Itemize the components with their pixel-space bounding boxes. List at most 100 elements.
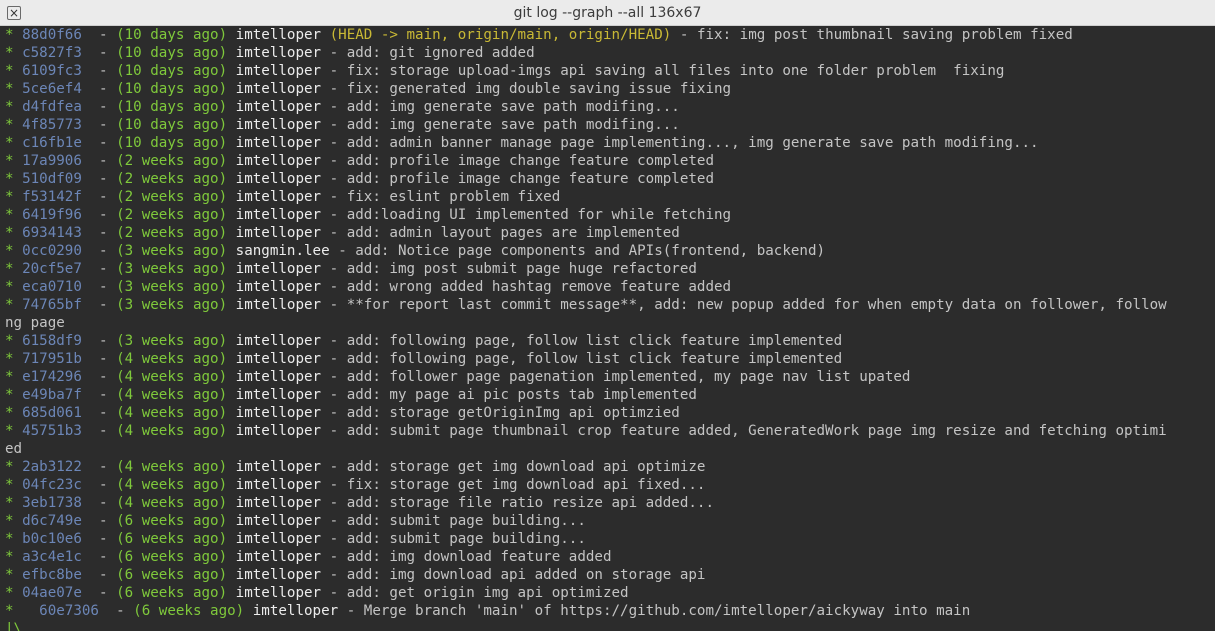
commit-line: * 20cf5e7 - (3 weeks ago) imtelloper - a… — [5, 260, 1215, 278]
commit-line: * f53142f - (2 weeks ago) imtelloper - f… — [5, 188, 1215, 206]
commit-message: - add: following page, follow list click… — [329, 351, 843, 367]
separator-dash: - — [98, 477, 117, 493]
separator-dash: - — [98, 279, 117, 295]
graph-star: * — [5, 405, 14, 421]
commit-author: imtelloper — [235, 279, 322, 295]
commit-author: imtelloper — [235, 297, 322, 313]
commit-hash: 6109fc3 — [22, 63, 82, 79]
commit-message: - add: Notice page components and APIs(f… — [338, 243, 826, 259]
separator-dash: - — [98, 585, 117, 601]
commit-line: * 685d061 - (4 weeks ago) imtelloper - a… — [5, 404, 1215, 422]
graph-star: * — [5, 477, 14, 493]
commit-line: * 17a9906 - (2 weeks ago) imtelloper - a… — [5, 152, 1215, 170]
separator-dash: - — [98, 387, 117, 403]
commit-hash: 6158df9 — [22, 333, 82, 349]
commit-line: * 2ab3122 - (4 weeks ago) imtelloper - a… — [5, 458, 1215, 476]
commit-message: - add: storage get img download api opti… — [329, 459, 706, 475]
separator-dash: - — [98, 297, 117, 313]
graph-star: * — [5, 117, 14, 133]
graph-star: * — [5, 531, 14, 547]
commit-age: (4 weeks ago) — [116, 423, 228, 439]
commit-message: - add: git ignored added — [329, 45, 535, 61]
commit-age: (3 weeks ago) — [116, 279, 228, 295]
separator-dash: - — [98, 171, 117, 187]
separator-dash: - — [98, 207, 117, 223]
graph-star: * — [5, 45, 14, 61]
graph-star: * — [5, 135, 14, 151]
separator-dash: - — [98, 495, 117, 511]
separator-dash: - — [98, 369, 117, 385]
commit-hash: 74765bf — [22, 297, 82, 313]
commit-message: - add: img download api added on storage… — [329, 567, 706, 583]
graph-continuation: |\ — [5, 621, 23, 631]
commit-line: * 0cc0290 - (3 weeks ago) sangmin.lee - … — [5, 242, 1215, 260]
commit-line: * efbc8be - (6 weeks ago) imtelloper - a… — [5, 566, 1215, 584]
commit-message: - add: admin banner manage page implemen… — [329, 135, 1039, 151]
commit-hash: d4fdfea — [22, 99, 82, 115]
commit-author: imtelloper — [235, 261, 322, 277]
window-title: git log --graph --all 136x67 — [513, 5, 702, 21]
graph-star: * — [5, 387, 14, 403]
graph-star: * — [5, 423, 14, 439]
commit-message: - **for report last commit message**, ad… — [329, 297, 1167, 313]
commit-message: - add: wrong added hashtag remove featur… — [329, 279, 732, 295]
commit-age: (10 days ago) — [116, 135, 228, 151]
separator-dash: - — [98, 423, 117, 439]
commit-author: imtelloper — [235, 171, 322, 187]
commit-message: - fix: generated img double saving issue… — [329, 81, 732, 97]
commit-age: (6 weeks ago) — [133, 603, 245, 619]
separator-dash: - — [98, 153, 117, 169]
separator-dash: - — [98, 81, 117, 97]
commit-line: * a3c4e1c - (6 weeks ago) imtelloper - a… — [5, 548, 1215, 566]
commit-hash: c16fb1e — [22, 135, 82, 151]
commit-author: imtelloper — [235, 207, 322, 223]
commit-hash: a3c4e1c — [22, 549, 82, 565]
commit-age: (10 days ago) — [116, 63, 228, 79]
commit-line: * b0c10e6 - (6 weeks ago) imtelloper - a… — [5, 530, 1215, 548]
graph-star: * — [5, 369, 14, 385]
wrapped-line: ng page — [5, 315, 65, 331]
commit-author: imtelloper — [235, 117, 322, 133]
commit-age: (3 weeks ago) — [116, 297, 228, 313]
graph-star: * — [5, 459, 14, 475]
commit-hash: 685d061 — [22, 405, 82, 421]
commit-hash: f53142f — [22, 189, 82, 205]
commit-line: * 4f85773 - (10 days ago) imtelloper - a… — [5, 116, 1215, 134]
commit-age: (10 days ago) — [116, 81, 228, 97]
commit-hash: efbc8be — [22, 567, 82, 583]
commit-message: - add: img post submit page huge refacto… — [329, 261, 697, 277]
commit-line: * 04ae07e - (6 weeks ago) imtelloper - a… — [5, 584, 1215, 602]
commit-message: - add: profile image change feature comp… — [329, 153, 715, 169]
commit-hash: 60e7306 — [39, 603, 99, 619]
graph-star: * — [5, 225, 14, 241]
commit-author: imtelloper — [235, 153, 322, 169]
commit-hash: 0cc0290 — [22, 243, 82, 259]
separator-dash: - — [98, 531, 117, 547]
commit-line: * 5ce6ef4 - (10 days ago) imtelloper - f… — [5, 80, 1215, 98]
commit-message: - add: submit page thumbnail crop featur… — [329, 423, 1167, 439]
commit-age: (4 weeks ago) — [116, 387, 228, 403]
commit-author: imtelloper — [235, 351, 322, 367]
commit-author: imtelloper — [235, 387, 322, 403]
commit-hash: 4f85773 — [22, 117, 82, 133]
commit-message: - add: storage file ratio resize api add… — [329, 495, 715, 511]
graph-star: * — [5, 189, 14, 205]
graph-star: * — [5, 567, 14, 583]
commit-author: imtelloper — [235, 135, 322, 151]
graph-star: * — [5, 297, 14, 313]
separator-dash: - — [98, 117, 117, 133]
commit-age: (10 days ago) — [116, 117, 228, 133]
graph-star: * — [5, 261, 14, 277]
terminal-output[interactable]: * 88d0f66 - (10 days ago) imtelloper (HE… — [0, 26, 1215, 631]
graph-star: * — [5, 27, 14, 43]
commit-author: imtelloper — [235, 225, 322, 241]
commit-line: * e174296 - (4 weeks ago) imtelloper - a… — [5, 368, 1215, 386]
separator-dash: - — [98, 333, 117, 349]
commit-hash: 3eb1738 — [22, 495, 82, 511]
commit-message: - add: submit page building... — [329, 531, 586, 547]
commit-message: - fix: storage get img download api fixe… — [329, 477, 706, 493]
commit-hash: e174296 — [22, 369, 82, 385]
commit-line: * d6c749e - (6 weeks ago) imtelloper - a… — [5, 512, 1215, 530]
commit-age: (6 weeks ago) — [116, 549, 228, 565]
graph-star: * — [5, 171, 14, 187]
